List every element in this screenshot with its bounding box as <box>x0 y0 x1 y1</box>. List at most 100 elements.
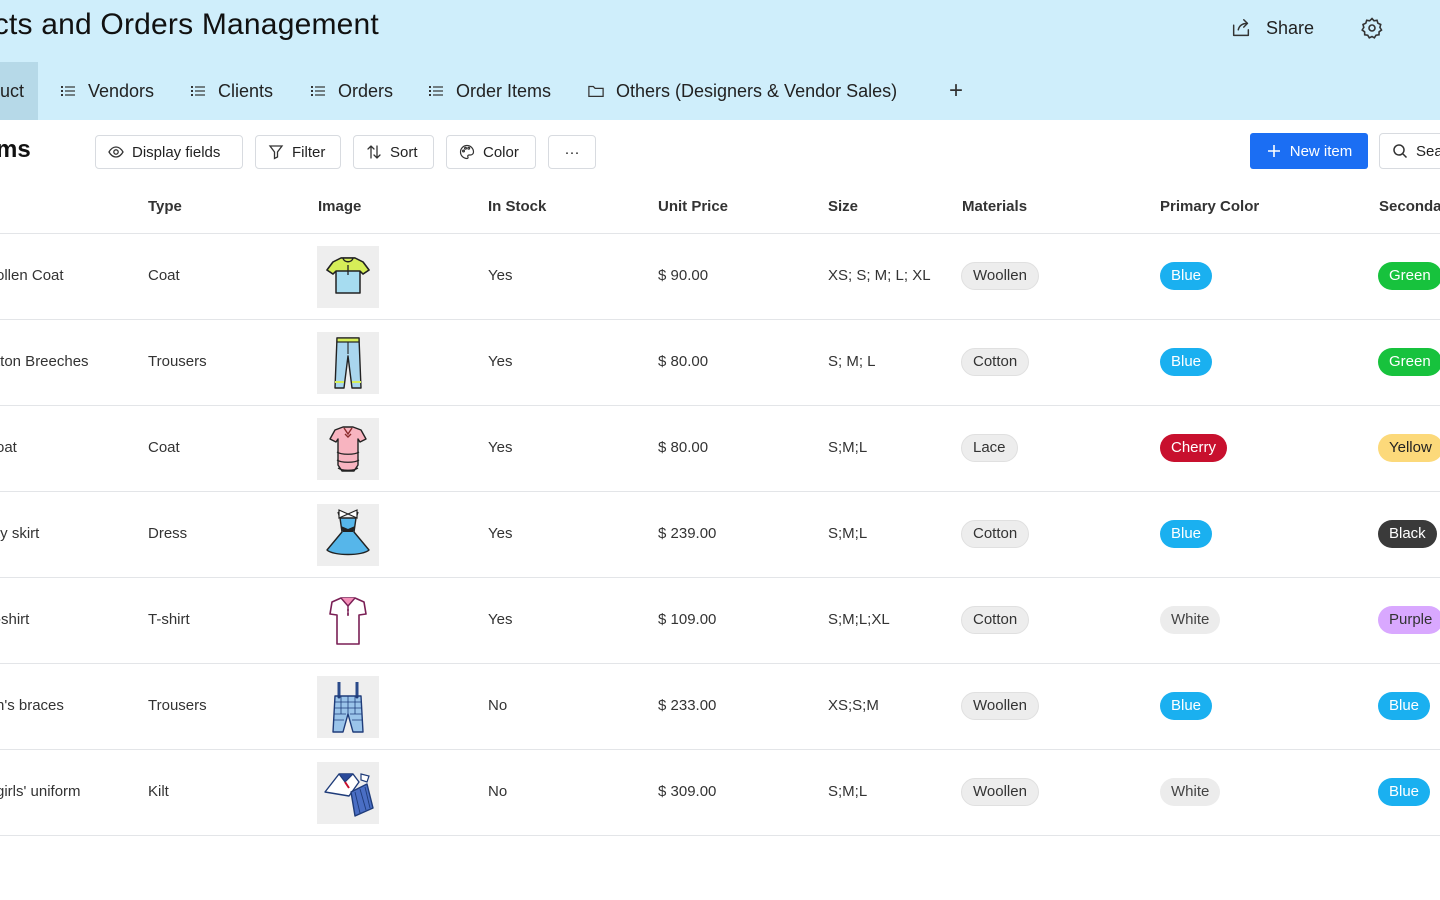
polo-shirt-image[interactable] <box>317 590 379 652</box>
filter-button[interactable]: Filter <box>255 135 341 169</box>
material-tag: Cotton <box>961 606 1030 634</box>
new-item-button[interactable]: New item <box>1250 133 1368 169</box>
item-name: ty skirt <box>0 525 40 542</box>
more-options-button[interactable]: ··· <box>548 135 596 169</box>
tab-label: Orders <box>338 80 394 101</box>
table-row[interactable]: ollen Coat Coat Yes $ 90.00 XS; S; M; L;… <box>0 234 1440 320</box>
item-name: ollen Coat <box>0 267 64 284</box>
secondary-color-tag: Blue <box>1378 778 1431 806</box>
table-row[interactable]: tton Breeches Trousers Yes $ 80.00 S; M;… <box>0 320 1440 406</box>
gear-icon[interactable] <box>1360 16 1384 40</box>
item-type: Dress <box>148 525 188 542</box>
column-header-primary-color[interactable]: Primary Color <box>1160 198 1259 215</box>
tab-clients[interactable]: Clients <box>190 62 273 120</box>
folder-icon <box>588 85 604 97</box>
size-value: S; M; L <box>828 353 876 370</box>
overalls-image[interactable] <box>317 676 379 738</box>
tab-vendors[interactable]: Vendors <box>60 62 154 120</box>
plus-icon <box>1267 145 1280 157</box>
material-tag: Cotton <box>961 348 1030 376</box>
primary-color-tag: Blue <box>1160 520 1213 548</box>
unit-price-value: $ 80.00 <box>658 353 709 370</box>
share-icon <box>1232 19 1250 37</box>
primary-color-tag: Blue <box>1160 692 1213 720</box>
tab-label: Order Items <box>456 80 552 101</box>
search-input[interactable]: Sea <box>1379 133 1440 169</box>
column-header-in-stock[interactable]: In Stock <box>488 198 546 215</box>
in-stock-value: Yes <box>488 525 513 542</box>
table-row[interactable]: n's braces Trousers No $ 233.00 XS;S;M W… <box>0 664 1440 750</box>
view-title: ms <box>0 136 31 163</box>
filter-label: Filter <box>292 143 326 161</box>
tshirt-image[interactable] <box>317 246 379 308</box>
color-button[interactable]: Color <box>446 135 536 169</box>
material-tag: Woollen <box>961 262 1039 290</box>
in-stock-value: Yes <box>488 439 513 456</box>
column-header-size[interactable]: Size <box>828 198 858 215</box>
new-item-label: New item <box>1289 142 1353 160</box>
item-type: Trousers <box>148 697 207 714</box>
filter-icon <box>268 145 284 160</box>
secondary-color-tag: Blue <box>1378 692 1431 720</box>
list-icon <box>191 86 205 96</box>
table-header: Type Image In Stock Unit Price Size Mate… <box>0 184 1440 234</box>
sort-icon <box>367 145 381 159</box>
secondary-color-tag: Black <box>1378 520 1437 548</box>
column-header-image[interactable]: Image <box>318 198 361 215</box>
jeans-image[interactable] <box>317 332 379 394</box>
secondary-color-tag: Yellow <box>1378 434 1440 462</box>
in-stock-value: Yes <box>488 611 513 628</box>
size-value: S;M;L;XL <box>828 611 890 628</box>
add-tab-button[interactable]: + <box>944 79 968 103</box>
column-header-secondary-color[interactable]: Seconda <box>1379 198 1440 215</box>
sort-button[interactable]: Sort <box>353 135 434 169</box>
unit-price-value: $ 239.00 <box>658 525 717 542</box>
tab-orders[interactable]: Orders <box>310 62 393 120</box>
unit-price-value: $ 309.00 <box>658 783 717 800</box>
item-type: T-shirt <box>148 611 190 628</box>
material-tag: Cotton <box>961 520 1030 548</box>
uniform-image[interactable] <box>317 762 379 824</box>
size-value: S;M;L <box>828 783 868 800</box>
unit-price-value: $ 109.00 <box>658 611 717 628</box>
frilly-dress-image[interactable] <box>317 418 379 480</box>
in-stock-value: No <box>488 697 508 714</box>
item-name: n's braces <box>0 697 64 714</box>
display-fields-label: Display fields <box>132 143 221 161</box>
display-fields-button[interactable]: Display fields <box>95 135 243 169</box>
list-icon <box>311 86 325 96</box>
item-type: Coat <box>148 439 180 456</box>
tab-order-items[interactable]: Order Items <box>428 62 551 120</box>
share-button[interactable]: Share <box>1230 14 1314 42</box>
search-placeholder: Sea <box>1416 142 1440 160</box>
sort-label: Sort <box>390 143 418 161</box>
material-tag: Lace <box>961 434 1018 462</box>
primary-color-tag: Blue <box>1160 262 1213 290</box>
tab-products[interactable]: uct <box>0 62 39 120</box>
tab-bar: uct Vendors Clients Orders Order Items O… <box>0 62 1440 120</box>
table-row[interactable]: -shirt T-shirt Yes $ 109.00 S;M;L;XL Cot… <box>0 578 1440 664</box>
size-value: S;M;L <box>828 525 868 542</box>
table-row[interactable]: oat Coat Yes $ 80.00 S;M;L Lace Cherry Y… <box>0 406 1440 492</box>
item-type: Coat <box>148 267 180 284</box>
material-tag: Woollen <box>961 692 1039 720</box>
column-header-materials[interactable]: Materials <box>962 198 1027 215</box>
tab-label: Others (Designers & Vendor Sales) <box>616 80 898 101</box>
primary-color-tag: White <box>1160 606 1221 634</box>
item-name: tton Breeches <box>0 353 89 370</box>
table-row[interactable]: girls' uniform Kilt No $ 309.00 S;M;L Wo… <box>0 750 1440 836</box>
in-stock-value: No <box>488 783 508 800</box>
unit-price-value: $ 233.00 <box>658 697 717 714</box>
item-name: oat <box>0 439 17 456</box>
secondary-color-tag: Green <box>1378 348 1440 376</box>
secondary-color-tag: Purple <box>1378 606 1440 634</box>
tab-others[interactable]: Others (Designers & Vendor Sales) <box>588 62 897 120</box>
table-row[interactable]: ty skirt Dress Yes $ 239.00 S;M;L Cotton… <box>0 492 1440 578</box>
column-header-type[interactable]: Type <box>148 198 182 215</box>
column-header-unit-price[interactable]: Unit Price <box>658 198 728 215</box>
palette-icon <box>459 144 475 160</box>
blue-dress-image[interactable] <box>317 504 379 566</box>
primary-color-tag: White <box>1160 778 1221 806</box>
app-header: ducts and Orders Management Share uct Ve… <box>0 0 1440 120</box>
item-type: Kilt <box>148 783 169 800</box>
